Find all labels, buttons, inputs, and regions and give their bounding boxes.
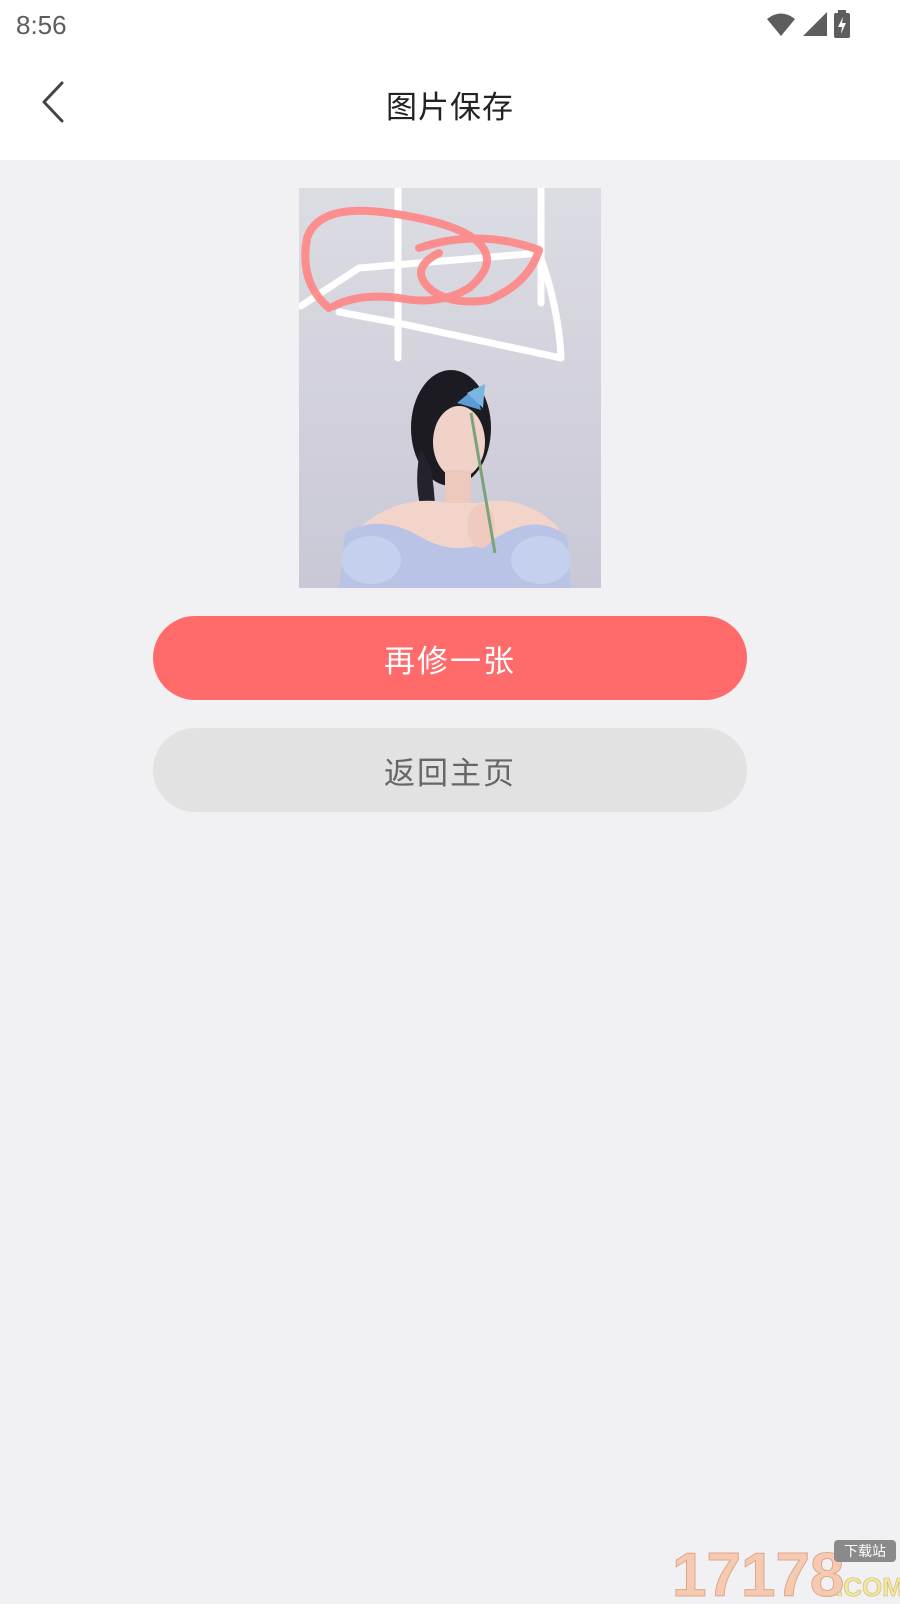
watermark-text: 17178 <box>672 1541 844 1600</box>
battery-charging-icon <box>834 10 850 38</box>
signal-icon <box>803 12 827 36</box>
back-to-home-button[interactable]: 返回主页 <box>153 728 747 812</box>
status-icons <box>766 8 850 40</box>
watermark-domain: .COM <box>836 1572 900 1600</box>
wifi-icon <box>767 13 795 36</box>
site-watermark: 17178 下载站 .COM <box>670 1536 900 1604</box>
edit-another-button[interactable]: 再修一张 <box>153 616 747 700</box>
watermark-badge: 下载站 <box>844 1544 886 1560</box>
saved-photo <box>299 188 601 588</box>
top-navbar: 图片保存 <box>0 50 900 160</box>
status-bar: 8:56 <box>0 0 900 50</box>
status-time: 8:56 <box>16 10 67 40</box>
page-title: 图片保存 <box>386 90 514 126</box>
